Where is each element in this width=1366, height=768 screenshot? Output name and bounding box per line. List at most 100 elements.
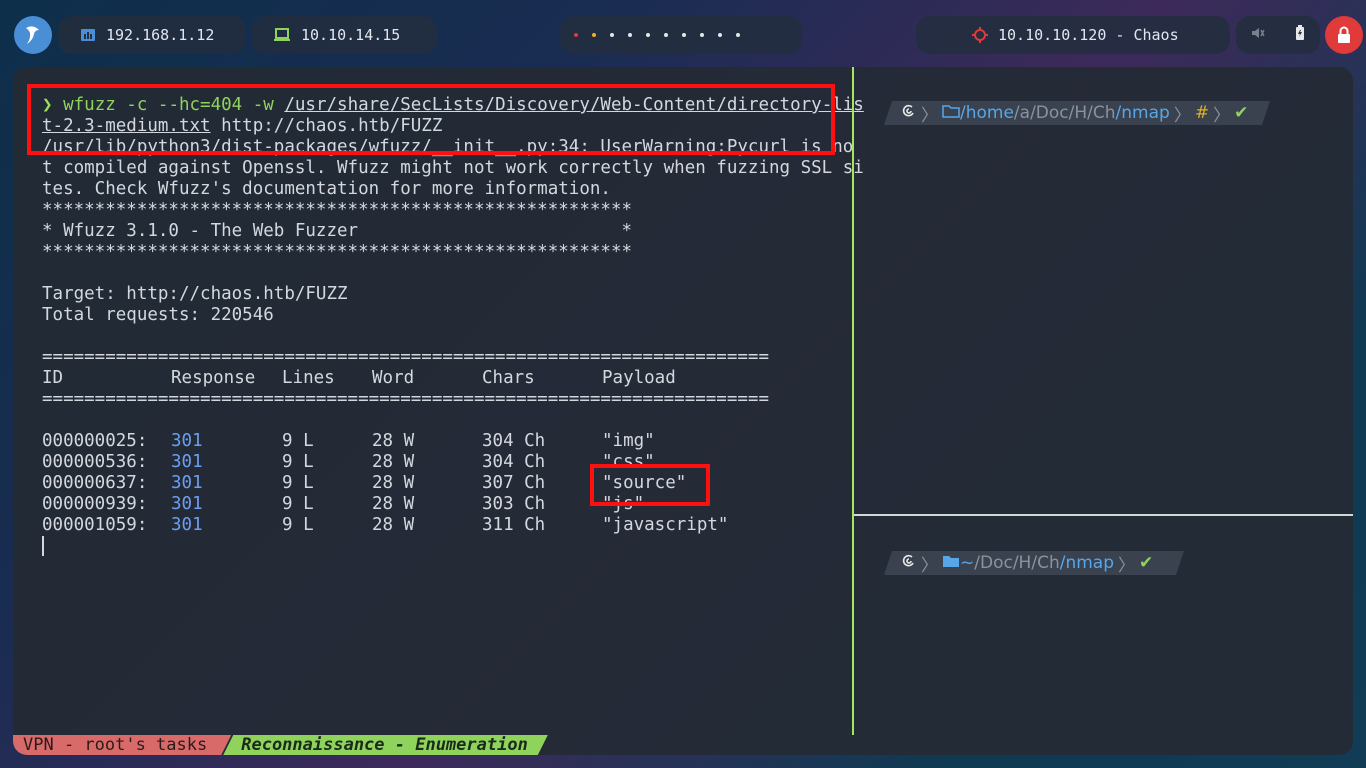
banner-top: ****************************************… [42, 200, 633, 220]
workspace-dot-1[interactable] [574, 33, 578, 37]
debian-logo-button[interactable] [14, 16, 52, 54]
cell-word: 28 W [372, 515, 415, 535]
cell-lines: 9 L [282, 515, 314, 535]
path-top-5: /Ch [1087, 103, 1116, 123]
lock-button[interactable] [1325, 16, 1363, 54]
cell-word: 28 W [372, 473, 415, 493]
path-top-4: /H [1068, 103, 1088, 123]
status-window[interactable]: Reconnaissance - Enumeration [223, 735, 548, 755]
cell-chars: 303 Ch [482, 494, 546, 514]
folder-icon [942, 553, 960, 573]
path-bottom-4: /Ch [1031, 553, 1060, 573]
path-top-2: /a [1013, 103, 1031, 123]
header-response: Response [171, 368, 256, 388]
laptop-icon [273, 28, 291, 42]
network-icon [80, 28, 96, 42]
table-row: 000000939: 301 9 L 28 W 303 Ch "js" [42, 494, 851, 515]
folder-icon [942, 103, 960, 123]
path-bottom-2: /Doc [974, 553, 1013, 573]
header-id: ID [42, 368, 64, 388]
right-top-prompt: 〉 /home /a /Doc /H /Ch /nmap 〉 # 〉 ✔ [901, 101, 1249, 126]
workspace-dot-9[interactable] [718, 33, 722, 37]
header-word: Word [372, 368, 415, 388]
cell-word: 28 W [372, 452, 415, 472]
battery-icon[interactable] [1295, 25, 1305, 45]
text-cursor [42, 536, 44, 556]
total-requests-line: Total requests: 220546 [42, 305, 274, 325]
debian-swirl-icon [901, 553, 917, 574]
target-pill[interactable]: 10.10.10.120 - Chaos [916, 16, 1230, 54]
workspace-dot-2[interactable] [592, 33, 596, 37]
banner-bottom: ****************************************… [42, 242, 633, 262]
cell-chars: 304 Ch [482, 452, 546, 472]
vpn-ip-text: 10.10.14.15 [301, 26, 401, 44]
left-terminal-pane[interactable]: ❯ wfuzz -c --hc=404 -w /usr/share/SecLis… [13, 67, 864, 735]
chevron-right-icon: 〉 [921, 555, 938, 576]
tmux-status-bar: VPN - root's tasks Reconnaissance - Enum… [13, 735, 1353, 755]
cell-id: 000000939: [42, 494, 148, 514]
workspace-dot-8[interactable] [700, 33, 704, 37]
cell-lines: 9 L [282, 452, 314, 472]
system-tray-pill[interactable] [1236, 16, 1320, 54]
warning-line-2: t compiled against Openssl. Wfuzz might … [42, 158, 864, 178]
target-text: 10.10.10.120 - Chaos [998, 26, 1179, 44]
cell-id: 000001059: [42, 515, 148, 535]
workspace-dot-6[interactable] [664, 33, 668, 37]
header-lines: Lines [282, 368, 335, 388]
cell-chars: 304 Ch [482, 431, 546, 451]
right-bottom-prompt: 〉 ~ /Doc /H /Ch /nmap 〉 ✔ [901, 551, 1154, 576]
cell-id: 000000637: [42, 473, 148, 493]
workspace-dots[interactable] [566, 33, 740, 37]
target-line: Target: http://chaos.htb/FUZZ [42, 284, 348, 304]
check-icon: ✔ [1139, 553, 1154, 573]
banner-title: * Wfuzz 3.1.0 - The Web Fuzzer * [42, 221, 633, 241]
workspace-dot-3[interactable] [610, 33, 614, 37]
vpn-ip-pill[interactable]: 10.10.14.15 [251, 16, 437, 54]
table-row: 000000025: 301 9 L 28 W 304 Ch "img" [42, 431, 851, 452]
path-top-6: /nmap [1115, 103, 1170, 123]
path-top-1: /home [960, 103, 1014, 123]
terminal-window[interactable]: ❯ wfuzz -c --hc=404 -w /usr/share/SecLis… [13, 67, 1353, 755]
workspaces-pill[interactable] [560, 16, 802, 54]
workspace-dot-4[interactable] [628, 33, 632, 37]
cell-payload: "javascript" [602, 515, 729, 535]
chevron-right-icon: 〉 [1118, 555, 1135, 576]
status-session[interactable]: VPN - root's tasks [13, 735, 231, 755]
workspace-dot-5[interactable] [646, 33, 650, 37]
path-top-3: /Doc [1030, 103, 1069, 123]
bird-icon [26, 26, 39, 44]
cell-word: 28 W [372, 494, 415, 514]
root-hash-icon: # [1194, 103, 1210, 123]
table-row: 000000637: 301 9 L 28 W 307 Ch "source" [42, 473, 851, 494]
cell-id: 000000536: [42, 452, 148, 472]
cell-response: 301 [171, 473, 203, 493]
cell-response: 301 [171, 515, 203, 535]
highlight-box-command [27, 84, 835, 155]
table-rule-bottom: ========================================… [42, 389, 769, 409]
table-header: ID Response Lines Word Chars Payload [42, 368, 851, 389]
local-ip-pill[interactable]: 192.168.1.12 [58, 16, 246, 54]
cursor-line[interactable] [42, 536, 851, 557]
cell-chars: 307 Ch [482, 473, 546, 493]
header-chars: Chars [482, 368, 535, 388]
cell-id: 000000025: [42, 431, 148, 451]
chevron-right-icon: 〉 [1213, 105, 1231, 126]
cell-response: 301 [171, 452, 203, 472]
table-row: 000001059: 301 9 L 28 W 311 Ch "javascript" [42, 515, 851, 536]
cell-response: 301 [171, 494, 203, 514]
pane-divider-vertical[interactable] [852, 67, 854, 735]
cell-lines: 9 L [282, 494, 314, 514]
workspace-dot-7[interactable] [682, 33, 686, 37]
volume-muted-icon[interactable] [1251, 26, 1265, 44]
warning-line-3: tes. Check Wfuzz's documentation for mor… [42, 179, 611, 199]
check-icon: ✔ [1234, 103, 1249, 123]
cell-payload: "img" [602, 431, 655, 451]
pane-divider-horizontal[interactable] [854, 514, 1353, 516]
highlight-box-source [590, 464, 710, 506]
path-bottom-5: /nmap [1059, 553, 1114, 573]
workspace-dot-10[interactable] [736, 33, 740, 37]
results-table: 000000025: 301 9 L 28 W 304 Ch "img" 000000536… [42, 431, 851, 536]
